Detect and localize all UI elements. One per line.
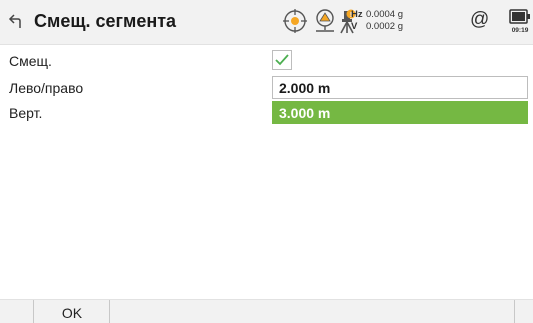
offset-row: Смещ. [0, 49, 533, 73]
vertical-row: Верт. 3.000 m [0, 101, 533, 125]
title-bar: Смещ. сегмента ! Hz 0.0004 g V 0.0002 g … [0, 0, 533, 45]
vertical-label: Верт. [9, 105, 43, 121]
v-label: V [351, 21, 358, 32]
screen: Смещ. сегмента ! Hz 0.0004 g V 0.0002 g … [0, 0, 533, 323]
ok-button[interactable]: OK [33, 300, 110, 323]
target-icon[interactable] [282, 8, 308, 39]
angle-readout: Hz 0.0004 g V 0.0002 g [351, 9, 403, 33]
battery-icon [509, 9, 530, 24]
ok-label: OK [61, 305, 83, 321]
battery-indicator: 09:19 [508, 8, 532, 38]
softkey-empty-right[interactable] [514, 300, 533, 323]
softkey-empty[interactable] [109, 300, 515, 323]
back-arrow-icon [8, 14, 21, 28]
left-right-label: Лево/право [9, 80, 84, 96]
v-value: 0.0002 g [366, 21, 403, 32]
clock-time: 09:19 [511, 27, 529, 34]
hz-label: Hz [351, 9, 363, 20]
hz-value: 0.0004 g [366, 9, 403, 20]
offset-label: Смещ. [9, 53, 52, 69]
connection-icon[interactable]: @ [470, 9, 489, 31]
left-right-input[interactable]: 2.000 m [272, 76, 528, 99]
vertical-input[interactable]: 3.000 m [272, 101, 528, 124]
prism-icon[interactable] [313, 8, 337, 39]
back-button[interactable] [6, 10, 28, 32]
page-title: Смещ. сегмента [34, 11, 177, 31]
checkmark-icon [275, 54, 289, 66]
left-right-row: Лево/право 2.000 m [0, 76, 533, 100]
offset-checkbox[interactable] [272, 50, 292, 70]
softkey-bar: OK [0, 299, 533, 323]
